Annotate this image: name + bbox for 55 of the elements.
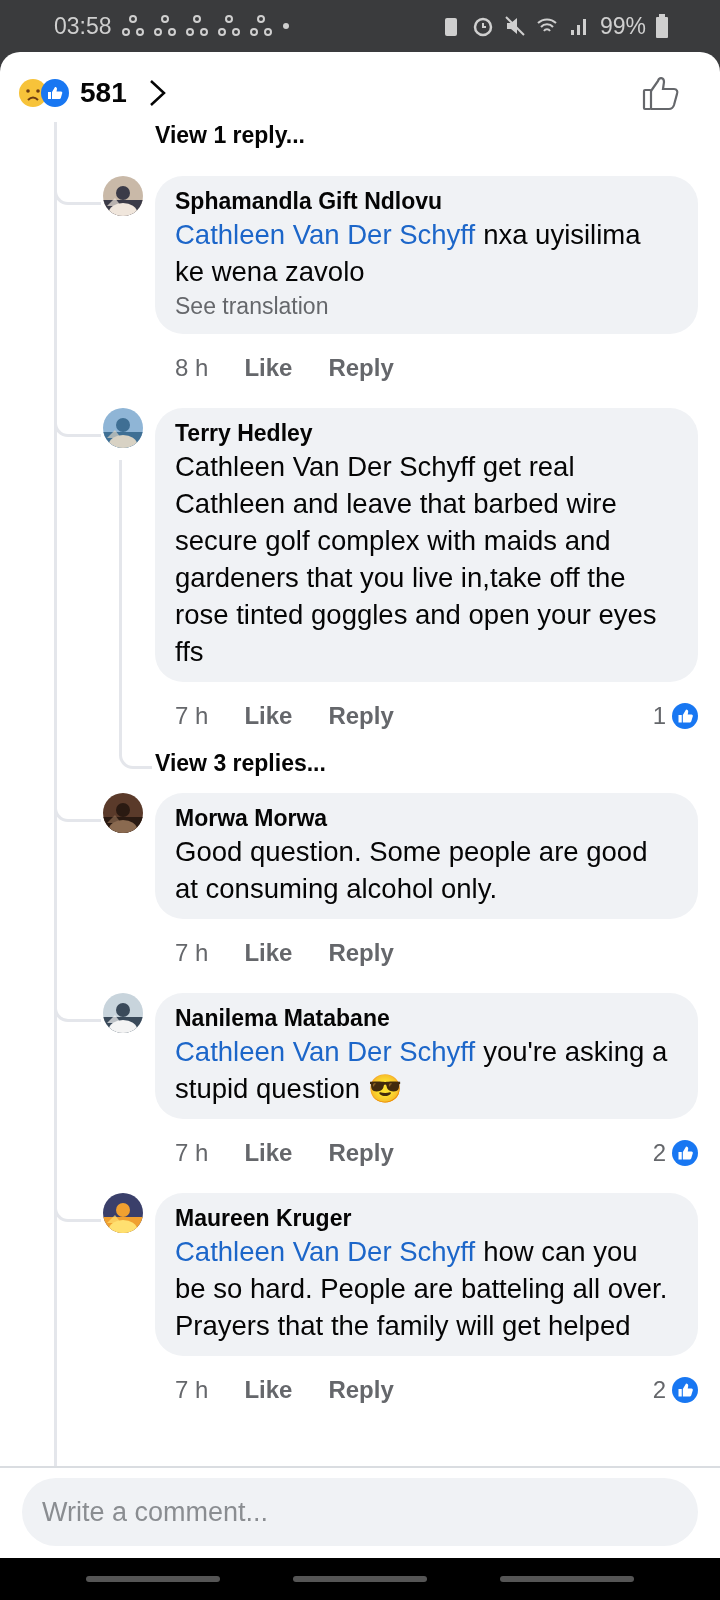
see-translation-link[interactable]: See translation xyxy=(175,290,672,322)
share-icon xyxy=(249,15,272,37)
like-count: 2 xyxy=(652,1139,666,1167)
comment-time: 7 h xyxy=(175,1376,209,1404)
comment-time: 8 h xyxy=(175,354,209,382)
mention-link[interactable]: Cathleen Van Der Schyff xyxy=(175,219,476,250)
mention-link[interactable]: Cathleen Van Der Schyff xyxy=(175,1236,476,1267)
share-icon xyxy=(153,15,176,37)
like-link[interactable]: Like xyxy=(244,702,293,730)
like-count: 1 xyxy=(652,702,666,730)
mention-link[interactable]: Cathleen Van Der Schyff xyxy=(175,1036,476,1067)
like-icon xyxy=(672,1140,698,1166)
comment-time: 7 h xyxy=(175,939,209,967)
share-icon xyxy=(185,15,208,37)
reply-link[interactable]: Reply xyxy=(328,702,394,730)
comment-field[interactable]: Write a comment... xyxy=(22,1478,698,1546)
dot-icon xyxy=(281,22,290,30)
like-link[interactable]: Like xyxy=(244,939,293,967)
author-name: Maureen Kruger xyxy=(175,1204,353,1233)
comment-text: Cathleen Van Der Schyff get real Cathleen and leave that barbed wire secure golf complex with maids and gardeners that you live in,take off the rose tinted goggles and open your eyes ffs xyxy=(175,450,658,669)
reply-link[interactable]: Reply xyxy=(328,1376,394,1404)
reply-link[interactable]: Reply xyxy=(328,1139,394,1167)
nav-handle[interactable] xyxy=(499,1576,634,1582)
battery-percent: 99% xyxy=(599,12,646,40)
alarm-icon xyxy=(471,15,494,37)
author-name: Terry Hedley xyxy=(175,419,314,448)
like-icon xyxy=(672,1377,698,1403)
nav-handle[interactable] xyxy=(86,1576,221,1582)
comment-text: Cathleen Van Der Schyff how can you be so hard. People are batteling all over. Prayers that the family will get helped xyxy=(175,1235,669,1343)
like-count: 2 xyxy=(652,1376,666,1404)
view-replies-link[interactable]: View 3 replies... xyxy=(155,750,326,777)
like-outline-icon[interactable] xyxy=(642,74,680,112)
battery-icon xyxy=(656,14,668,38)
comment-text: Cathleen Van Der Schyff you're asking a stupid question 😎 xyxy=(175,1035,669,1106)
share-icon xyxy=(121,15,144,37)
comment-time: 7 h xyxy=(175,702,209,730)
view-replies-link[interactable]: View 1 reply... xyxy=(155,122,720,160)
like-link[interactable]: Like xyxy=(244,354,293,382)
reply-link[interactable]: Reply xyxy=(328,939,394,967)
reactions-button[interactable]: 581 xyxy=(18,77,169,109)
comment-text: Good question. Some people are good at consuming alcohol only. xyxy=(175,835,649,906)
author-name: Sphamandla Gift Ndlovu xyxy=(175,187,444,216)
author-name: Morwa Morwa xyxy=(175,804,329,833)
mute-icon xyxy=(503,15,526,37)
author-name: Nanilema Matabane xyxy=(175,1004,391,1033)
comment-time: 7 h xyxy=(175,1139,209,1167)
status-time: 03:58 xyxy=(54,12,112,40)
share-icon xyxy=(217,15,240,37)
like-link[interactable]: Like xyxy=(244,1376,293,1404)
comment-text: Cathleen Van Der Schyff nxa uyisilima ke wena zavolo xyxy=(175,218,642,289)
reactions-icon xyxy=(18,78,70,108)
nav-handle[interactable] xyxy=(293,1576,427,1582)
like-icon xyxy=(672,703,698,729)
like-link[interactable]: Like xyxy=(244,1139,293,1167)
reply-link[interactable]: Reply xyxy=(328,354,394,382)
